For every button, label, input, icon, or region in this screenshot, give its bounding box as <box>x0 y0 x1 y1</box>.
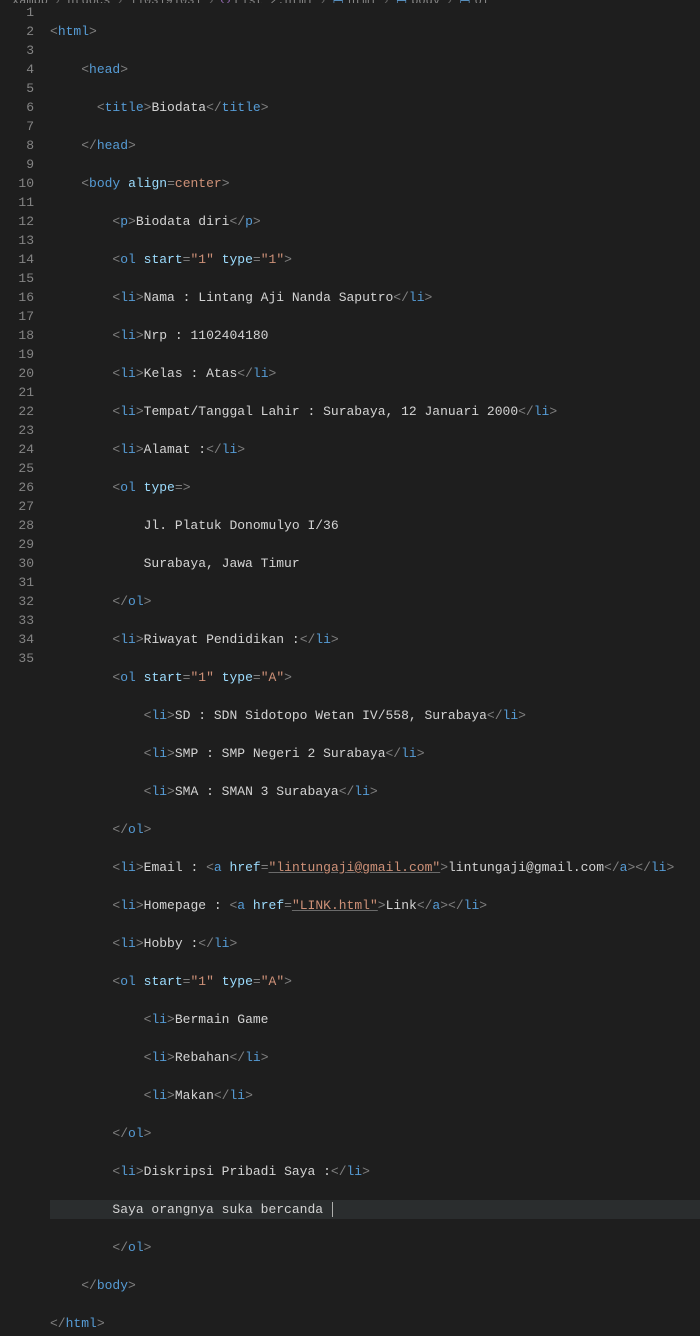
code-line[interactable]: <li>Rebahan</li> <box>50 1048 700 1067</box>
line-number: 11 <box>0 193 34 212</box>
code-line-active[interactable]: Saya orangnya suka bercanda <box>50 1200 700 1219</box>
line-number: 9 <box>0 155 34 174</box>
line-number: 6 <box>0 98 34 117</box>
line-number: 1 <box>0 3 34 22</box>
code-line[interactable]: <p>Biodata diri</p> <box>50 212 700 231</box>
line-number: 28 <box>0 516 34 535</box>
code-line[interactable]: <ol type=> <box>50 478 700 497</box>
code-line[interactable]: <li>SMP : SMP Negeri 2 Surabaya</li> <box>50 744 700 763</box>
line-number: 4 <box>0 60 34 79</box>
line-number: 21 <box>0 383 34 402</box>
code-line[interactable]: <li>Kelas : Atas</li> <box>50 364 700 383</box>
line-number: 18 <box>0 326 34 345</box>
line-number: 17 <box>0 307 34 326</box>
code-line[interactable]: <body align=center> <box>50 174 700 193</box>
line-number: 19 <box>0 345 34 364</box>
line-number: 24 <box>0 440 34 459</box>
line-number: 2 <box>0 22 34 41</box>
code-line[interactable]: Jl. Platuk Donomulyo I/36 <box>50 516 700 535</box>
line-number: 13 <box>0 231 34 250</box>
code-line[interactable]: <head> <box>50 60 700 79</box>
code-line[interactable]: </ol> <box>50 1238 700 1257</box>
code-editor[interactable]: 1 2 3 4 5 6 7 8 9 10 11 12 13 14 15 16 1… <box>0 3 700 668</box>
code-line[interactable]: <li>Tempat/Tanggal Lahir : Surabaya, 12 … <box>50 402 700 421</box>
line-number: 10 <box>0 174 34 193</box>
line-number: 3 <box>0 41 34 60</box>
code-line[interactable]: <li>Nama : Lintang Aji Nanda Saputro</li… <box>50 288 700 307</box>
line-number: 27 <box>0 497 34 516</box>
code-line[interactable]: </html> <box>50 1314 700 1333</box>
line-gutter: 1 2 3 4 5 6 7 8 9 10 11 12 13 14 15 16 1… <box>0 3 50 668</box>
code-line[interactable]: <li>Homepage : <a href="LINK.html">Link<… <box>50 896 700 915</box>
line-number: 12 <box>0 212 34 231</box>
line-number: 33 <box>0 611 34 630</box>
line-number: 22 <box>0 402 34 421</box>
code-line[interactable]: <ol start="1" type="1"> <box>50 250 700 269</box>
line-number: 15 <box>0 269 34 288</box>
code-line[interactable]: <title>Biodata</title> <box>50 98 700 117</box>
code-line[interactable]: <html> <box>50 22 700 41</box>
code-line[interactable]: <ol start="1" type="A"> <box>50 668 700 687</box>
line-number: 25 <box>0 459 34 478</box>
line-number: 23 <box>0 421 34 440</box>
line-number: 32 <box>0 592 34 611</box>
code-area[interactable]: <html> <head> <title>Biodata</title> </h… <box>50 3 700 668</box>
code-line[interactable]: <li>SD : SDN Sidotopo Wetan IV/558, Sura… <box>50 706 700 725</box>
code-line[interactable]: </body> <box>50 1276 700 1295</box>
code-line[interactable]: <ol start="1" type="A"> <box>50 972 700 991</box>
code-line[interactable]: <li>Bermain Game <box>50 1010 700 1029</box>
code-line[interactable]: <li>Hobby :</li> <box>50 934 700 953</box>
line-number: 35 <box>0 649 34 668</box>
code-line[interactable]: Surabaya, Jawa Timur <box>50 554 700 573</box>
code-line[interactable]: </ol> <box>50 820 700 839</box>
line-number: 26 <box>0 478 34 497</box>
code-line[interactable]: <li>Makan</li> <box>50 1086 700 1105</box>
code-line[interactable]: <li>Email : <a href="lintungaji@gmail.co… <box>50 858 700 877</box>
code-line[interactable]: <li>SMA : SMAN 3 Surabaya</li> <box>50 782 700 801</box>
code-line[interactable]: <li>Nrp : 1102404180 <box>50 326 700 345</box>
line-number: 8 <box>0 136 34 155</box>
code-line[interactable]: <li>Diskripsi Pribadi Saya :</li> <box>50 1162 700 1181</box>
line-number: 34 <box>0 630 34 649</box>
code-line[interactable]: <li>Riwayat Pendidikan :</li> <box>50 630 700 649</box>
code-line[interactable]: </ol> <box>50 1124 700 1143</box>
code-line[interactable]: </ol> <box>50 592 700 611</box>
line-number: 29 <box>0 535 34 554</box>
line-number: 31 <box>0 573 34 592</box>
code-line[interactable]: <li>Alamat :</li> <box>50 440 700 459</box>
text-cursor <box>332 1202 333 1217</box>
line-number: 20 <box>0 364 34 383</box>
line-number: 30 <box>0 554 34 573</box>
code-line[interactable]: </head> <box>50 136 700 155</box>
line-number: 16 <box>0 288 34 307</box>
line-number: 5 <box>0 79 34 98</box>
line-number: 14 <box>0 250 34 269</box>
line-number: 7 <box>0 117 34 136</box>
